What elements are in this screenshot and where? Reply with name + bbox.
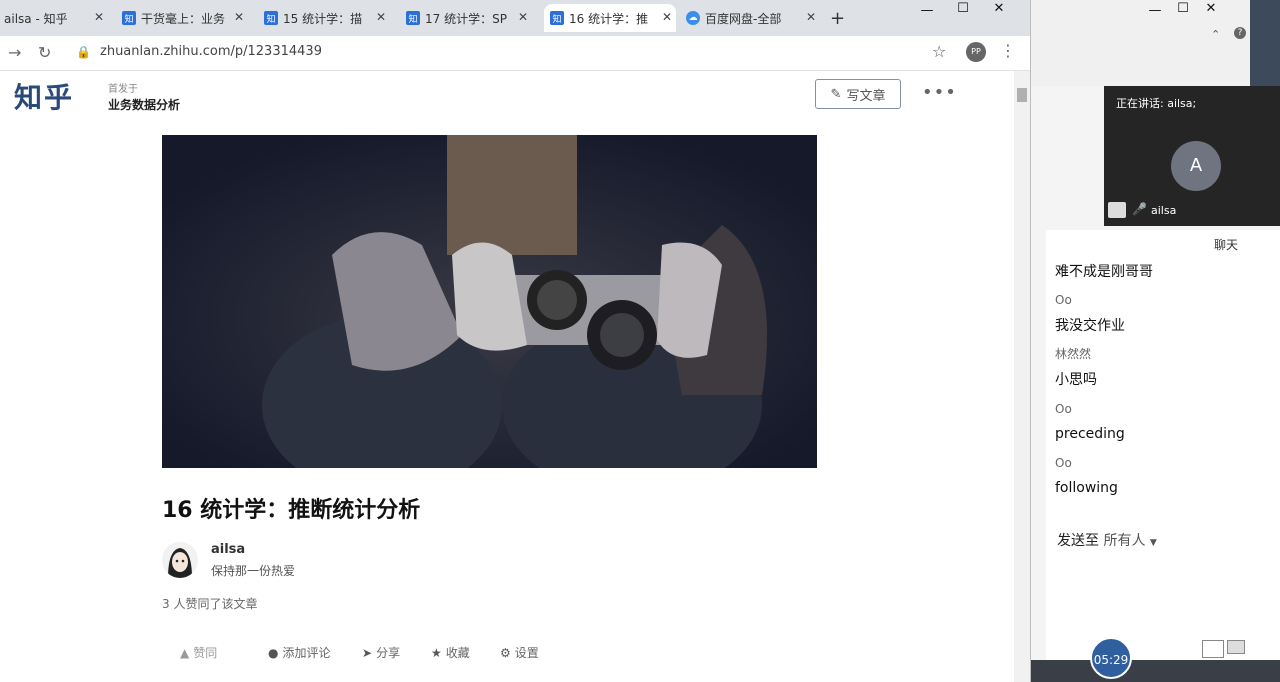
- tab-close-icon[interactable]: ✕: [518, 10, 528, 24]
- more-options-icon[interactable]: •••: [922, 82, 957, 103]
- comment-button[interactable]: ● 添加评论: [268, 644, 331, 661]
- tab-close-icon[interactable]: ✕: [662, 10, 672, 24]
- chat-sender: Oo: [1055, 456, 1072, 470]
- menu-dots-icon[interactable]: ⋮: [1000, 41, 1016, 60]
- upvote-label: 赞同: [193, 646, 218, 660]
- column-name[interactable]: 业务数据分析: [108, 96, 180, 113]
- meeting-titlebar: — ☐ ✕ ⌃ ?: [1031, 0, 1280, 86]
- share-label: 分享: [376, 646, 401, 660]
- tab-close-icon[interactable]: ✕: [94, 10, 104, 24]
- tab-label: 15 统计学：描: [283, 11, 363, 26]
- send-to-label: 发送至: [1057, 533, 1099, 549]
- collapse-icon[interactable]: ⌃: [1211, 28, 1220, 41]
- tab-stats-17[interactable]: 知 17 统计学：SP ✕: [406, 4, 532, 32]
- new-tab-button[interactable]: +: [830, 8, 845, 29]
- baidu-pan-icon: ☁: [686, 11, 700, 25]
- chat-message: 我没交作业: [1055, 318, 1125, 334]
- tab-label: 百度网盘-全部: [705, 11, 782, 26]
- article-title: 16 统计学：推断统计分析: [162, 498, 421, 523]
- speaking-indicator: 正在讲话: ailsa;: [1116, 97, 1197, 110]
- tab-label: 干货毫上：业务: [141, 11, 226, 26]
- author-avatar[interactable]: [162, 542, 198, 578]
- author-name[interactable]: ailsa: [211, 542, 245, 557]
- share-button[interactable]: ➤ 分享: [362, 644, 400, 661]
- chat-sender: Oo: [1055, 293, 1072, 307]
- favorite-button[interactable]: ★ 收藏: [431, 644, 470, 661]
- meeting-close-button[interactable]: ✕: [1194, 0, 1228, 20]
- write-article-label: 写文章: [846, 88, 886, 104]
- article-cover-image: [162, 135, 817, 468]
- tab-stats-16[interactable]: 知 16 统计学：推 ✕: [544, 4, 676, 32]
- tab-bar: ailsa - 知乎 ✕ 知 干货毫上：业务 ✕ 知 15 统计学：描 ✕ 知 …: [0, 0, 1030, 36]
- reload-icon[interactable]: ↻: [38, 43, 51, 62]
- tab-label: 17 统计学：SP: [425, 11, 507, 26]
- likes-count[interactable]: 3 人赞同了该文章: [162, 595, 257, 612]
- tab-close-icon[interactable]: ✕: [376, 10, 386, 24]
- help-icon[interactable]: ?: [1234, 27, 1246, 39]
- minimize-button[interactable]: —: [910, 2, 944, 22]
- url-field[interactable]: zhuanlan.zhihu.com/p/123314439: [100, 44, 322, 59]
- column-sub-label: 首发于: [108, 84, 138, 95]
- picture-icon[interactable]: [1108, 202, 1126, 218]
- lock-icon[interactable]: 🔒: [76, 45, 91, 59]
- tab-close-icon[interactable]: ✕: [234, 10, 244, 24]
- chat-panel: [1046, 230, 1280, 660]
- meeting-timer: 05:29: [1090, 637, 1132, 679]
- profile-avatar[interactable]: PP: [966, 42, 986, 62]
- tab-stats-15[interactable]: 知 15 统计学：描 ✕: [264, 4, 390, 32]
- comment-label: 添加评论: [282, 646, 331, 660]
- chat-message: preceding: [1055, 426, 1125, 442]
- page-scrollbar[interactable]: [1014, 71, 1030, 682]
- chat-title: 聊天: [1214, 238, 1239, 252]
- upvote-icon: ▲: [180, 645, 190, 660]
- scrollbar-thumb[interactable]: [1017, 88, 1027, 102]
- comment-icon: ●: [268, 645, 279, 660]
- tab-label: 16 统计学：推: [569, 11, 649, 26]
- chat-message: following: [1055, 480, 1118, 496]
- tab-ailsa-zhihu[interactable]: ailsa - 知乎 ✕: [4, 4, 108, 32]
- chat-message: 小思吗: [1055, 372, 1097, 388]
- settings-label: 设置: [514, 646, 539, 660]
- desktop-background: [1250, 0, 1280, 86]
- author-bio: 保持那一份热爱: [211, 564, 296, 578]
- tab-business[interactable]: 知 干货毫上：业务 ✕: [122, 4, 248, 32]
- zhihu-favicon-icon: 知: [550, 11, 564, 25]
- taskbar-strip: [1031, 660, 1280, 682]
- star-icon: ★: [431, 645, 442, 660]
- gear-icon: ⚙: [500, 645, 511, 660]
- forward-icon[interactable]: →: [8, 43, 21, 62]
- microphone-icon[interactable]: 🎤: [1132, 202, 1147, 216]
- tab-label: ailsa - 知乎: [4, 11, 68, 26]
- share-icon: ➤: [362, 645, 373, 660]
- chat-sender: 林然然: [1055, 347, 1092, 361]
- tab-baidu-pan[interactable]: ☁ 百度网盘-全部 ✕: [686, 4, 820, 32]
- layout-grid-icon[interactable]: [1202, 640, 1224, 658]
- address-bar: → ↻ 🔒 zhuanlan.zhihu.com/p/123314439 ☆ P…: [0, 36, 1030, 71]
- zhihu-logo[interactable]: 知乎: [14, 76, 74, 116]
- settings-button[interactable]: ⚙ 设置: [500, 644, 539, 661]
- write-article-button[interactable]: ✎ 写文章: [815, 79, 901, 109]
- close-button[interactable]: ✕: [982, 0, 1016, 20]
- tab-close-icon[interactable]: ✕: [806, 10, 816, 24]
- zhihu-favicon-icon: 知: [122, 11, 136, 25]
- send-to-selector[interactable]: 发送至 所有人 ▼: [1057, 530, 1157, 550]
- dropdown-caret-icon: ▼: [1149, 538, 1157, 548]
- chat-toggle-icon[interactable]: [1227, 640, 1245, 654]
- chat-sender: Oo: [1055, 402, 1072, 416]
- bookmark-star-icon[interactable]: ☆: [932, 42, 946, 61]
- send-to-target: 所有人: [1103, 533, 1146, 549]
- upvote-button[interactable]: ▲ 赞同: [180, 644, 217, 661]
- participant-avatar: A: [1171, 141, 1221, 191]
- favorite-label: 收藏: [445, 646, 470, 660]
- participant-name: ailsa: [1151, 204, 1177, 217]
- zhihu-favicon-icon: 知: [406, 11, 420, 25]
- zhihu-favicon-icon: 知: [264, 11, 278, 25]
- chat-message: 难不成是刚哥哥: [1055, 264, 1153, 280]
- edit-icon: ✎: [830, 86, 842, 102]
- maximize-button[interactable]: ☐: [946, 0, 980, 20]
